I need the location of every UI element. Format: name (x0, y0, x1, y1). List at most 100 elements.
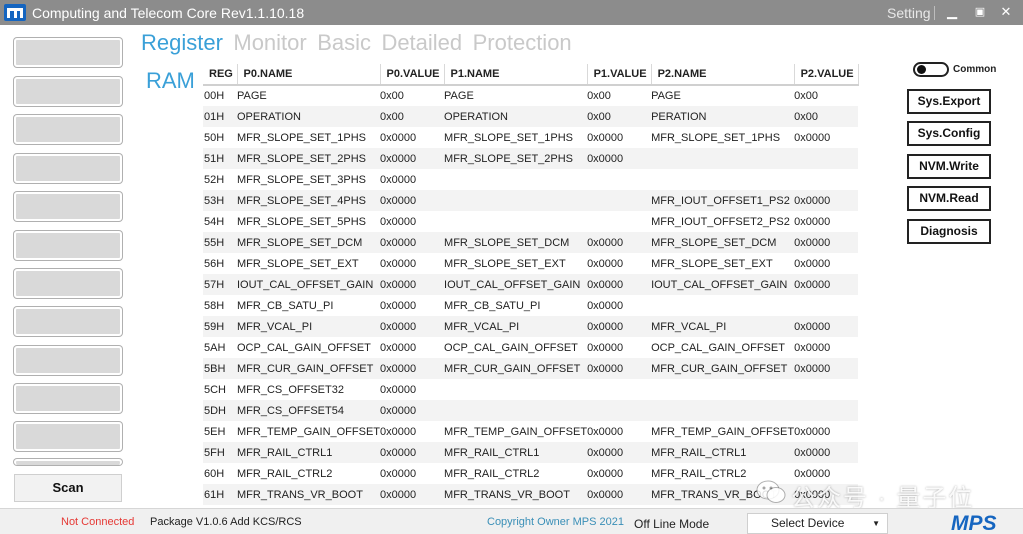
table-cell-p2-value[interactable]: 0x0000 (794, 442, 859, 463)
table-cell-p2-value[interactable]: 0x00 (794, 106, 859, 127)
table-cell-p0-value[interactable]: 0x00 (380, 106, 445, 127)
table-cell-p1-name[interactable]: MFR_SLOPE_SET_EXT (444, 253, 588, 274)
table-cell-p0-name[interactable]: MFR_SLOPE_SET_EXT (237, 253, 381, 274)
table-cell-p0-name[interactable]: MFR_SLOPE_SET_DCM (237, 232, 381, 253)
close-icon[interactable]: ✕ (994, 2, 1018, 22)
sidebar-button-3[interactable] (14, 115, 122, 144)
header-p0-value[interactable]: P0.VALUE (380, 64, 445, 86)
table-cell-p1-value[interactable]: 0x0000 (587, 442, 652, 463)
table-cell-reg[interactable]: 5CH (203, 379, 237, 400)
table-cell-p2-value[interactable]: 0x00 (794, 85, 859, 106)
table-cell-p0-value[interactable]: 0x0000 (380, 316, 445, 337)
table-cell-reg[interactable]: 59H (203, 316, 237, 337)
sub-tab-ram[interactable]: RAM (146, 68, 195, 94)
header-p2-value[interactable]: P2.VALUE (794, 64, 859, 86)
table-cell-reg[interactable]: 01H (203, 106, 237, 127)
table-cell-p0-value[interactable]: 0x0000 (380, 421, 445, 442)
table-cell-p0-name[interactable]: MFR_TRANS_VR_BOOT (237, 484, 381, 505)
header-p1-name[interactable]: P1.NAME (444, 64, 588, 86)
table-cell-p2-name[interactable] (651, 379, 795, 400)
table-cell-p0-value[interactable]: 0x0000 (380, 463, 445, 484)
table-cell-p1-name[interactable]: MFR_TRANS_VR_BOOT (444, 484, 588, 505)
table-cell-p1-name[interactable] (444, 400, 588, 421)
table-cell-p0-name[interactable]: OCP_CAL_GAIN_OFFSET (237, 337, 381, 358)
common-toggle[interactable] (913, 62, 949, 77)
table-row[interactable]: 58H MFR_CB_SATU_PI 0x0000 MFR_CB_SATU_PI 0x0… (203, 295, 859, 316)
nvm-read-button[interactable]: NVM.Read (907, 186, 991, 211)
table-cell-p0-value[interactable]: 0x0000 (380, 295, 445, 316)
sidebar-button-7[interactable] (14, 269, 122, 298)
sidebar-button-2[interactable] (14, 77, 122, 106)
table-cell-p2-name[interactable]: MFR_SLOPE_SET_DCM (651, 232, 795, 253)
table-cell-p1-name[interactable]: MFR_CB_SATU_PI (444, 295, 588, 316)
table-row[interactable]: 56H MFR_SLOPE_SET_EXT 0x0000 MFR_SLOPE_SET_… (203, 253, 859, 274)
table-cell-reg[interactable]: 61H (203, 484, 237, 505)
sys-export-button[interactable]: Sys.Export (907, 89, 991, 114)
table-cell-p0-value[interactable]: 0x0000 (380, 358, 445, 379)
table-cell-p1-value[interactable]: 0x0000 (587, 463, 652, 484)
table-cell-p1-value[interactable]: 0x0000 (587, 358, 652, 379)
table-cell-p2-value[interactable] (794, 169, 859, 190)
tab-register[interactable]: Register (141, 30, 223, 56)
table-cell-p2-name[interactable]: MFR_TEMP_GAIN_OFFSET (651, 421, 795, 442)
table-cell-p1-name[interactable]: MFR_CUR_GAIN_OFFSET (444, 358, 588, 379)
tab-monitor[interactable]: Monitor (233, 30, 306, 56)
table-row[interactable]: 5BH MFR_CUR_GAIN_OFFSET 0x0000 MFR_CUR_GAIN… (203, 358, 859, 379)
table-cell-p1-name[interactable]: MFR_TEMP_GAIN_OFFSET (444, 421, 588, 442)
sidebar-button-8[interactable] (14, 307, 122, 336)
table-cell-p2-value[interactable]: 0x0000 (794, 358, 859, 379)
scan-button[interactable]: Scan (14, 474, 122, 502)
table-cell-p2-value[interactable]: 0x0000 (794, 211, 859, 232)
table-cell-p0-name[interactable]: MFR_RAIL_CTRL2 (237, 463, 381, 484)
sidebar-button-1[interactable] (14, 38, 122, 67)
table-cell-p1-name[interactable]: PAGE (444, 85, 588, 106)
table-row[interactable]: 57H IOUT_CAL_OFFSET_GAIN 0x0000 IOUT_CAL_OF… (203, 274, 859, 295)
table-cell-p2-value[interactable]: 0x0000 (794, 337, 859, 358)
diagnosis-button[interactable]: Diagnosis (907, 219, 991, 244)
table-row[interactable]: 5EH MFR_TEMP_GAIN_OFFSET 0x0000 MFR_TEMP_GA… (203, 421, 859, 442)
table-cell-p0-name[interactable]: MFR_SLOPE_SET_4PHS (237, 190, 381, 211)
table-cell-p0-value[interactable]: 0x0000 (380, 253, 445, 274)
table-row[interactable]: 5CH MFR_CS_OFFSET32 0x0000 (203, 379, 859, 400)
header-p1-value[interactable]: P1.VALUE (587, 64, 652, 86)
table-cell-p0-name[interactable]: MFR_SLOPE_SET_5PHS (237, 211, 381, 232)
table-cell-p0-name[interactable]: MFR_TEMP_GAIN_OFFSET (237, 421, 381, 442)
table-cell-p2-name[interactable]: PAGE (651, 85, 795, 106)
table-cell-p1-name[interactable]: MFR_RAIL_CTRL1 (444, 442, 588, 463)
table-row[interactable]: 51H MFR_SLOPE_SET_2PHS 0x0000 MFR_SLOPE_SET… (203, 148, 859, 169)
minimize-icon[interactable]: ▁ (940, 2, 964, 22)
table-cell-p1-name[interactable]: OCP_CAL_GAIN_OFFSET (444, 337, 588, 358)
table-cell-p0-value[interactable]: 0x0000 (380, 211, 445, 232)
table-cell-p0-name[interactable]: MFR_VCAL_PI (237, 316, 381, 337)
table-cell-p0-value[interactable]: 0x0000 (380, 169, 445, 190)
table-cell-p2-value[interactable]: 0x0000 (794, 127, 859, 148)
table-cell-p0-value[interactable]: 0x0000 (380, 337, 445, 358)
table-cell-p0-value[interactable]: 0x0000 (380, 442, 445, 463)
table-row[interactable]: 59H MFR_VCAL_PI 0x0000 MFR_VCAL_PI 0x0000 MFR… (203, 316, 859, 337)
table-cell-p1-name[interactable]: MFR_SLOPE_SET_1PHS (444, 127, 588, 148)
table-cell-reg[interactable]: 50H (203, 127, 237, 148)
table-cell-p1-value[interactable]: 0x00 (587, 85, 652, 106)
table-row[interactable]: 52H MFR_SLOPE_SET_3PHS 0x0000 (203, 169, 859, 190)
table-cell-reg[interactable]: 5DH (203, 400, 237, 421)
table-cell-p1-name[interactable]: IOUT_CAL_OFFSET_GAIN (444, 274, 588, 295)
sidebar-button-6[interactable] (14, 231, 122, 260)
tab-protection[interactable]: Protection (473, 30, 572, 56)
table-cell-p1-value[interactable]: 0x0000 (587, 232, 652, 253)
device-select[interactable]: Select Device ▼ (747, 513, 888, 534)
table-cell-p0-name[interactable]: MFR_SLOPE_SET_2PHS (237, 148, 381, 169)
table-row[interactable]: 5AH OCP_CAL_GAIN_OFFSET 0x0000 OCP_CAL_GAIN… (203, 337, 859, 358)
table-cell-reg[interactable]: 51H (203, 148, 237, 169)
table-cell-p0-name[interactable]: MFR_CS_OFFSET32 (237, 379, 381, 400)
table-cell-p0-name[interactable]: PAGE (237, 85, 381, 106)
table-cell-p0-value[interactable]: 0x00 (380, 85, 445, 106)
table-cell-p1-value[interactable] (587, 169, 652, 190)
table-cell-reg[interactable]: 60H (203, 463, 237, 484)
table-cell-reg[interactable]: 00H (203, 85, 237, 106)
table-cell-p0-name[interactable]: MFR_RAIL_CTRL1 (237, 442, 381, 463)
tab-basic[interactable]: Basic (317, 30, 371, 56)
table-cell-reg[interactable]: 5EH (203, 421, 237, 442)
table-cell-reg[interactable]: 52H (203, 169, 237, 190)
sidebar-button-11[interactable] (14, 422, 122, 451)
table-cell-p0-value[interactable]: 0x0000 (380, 379, 445, 400)
